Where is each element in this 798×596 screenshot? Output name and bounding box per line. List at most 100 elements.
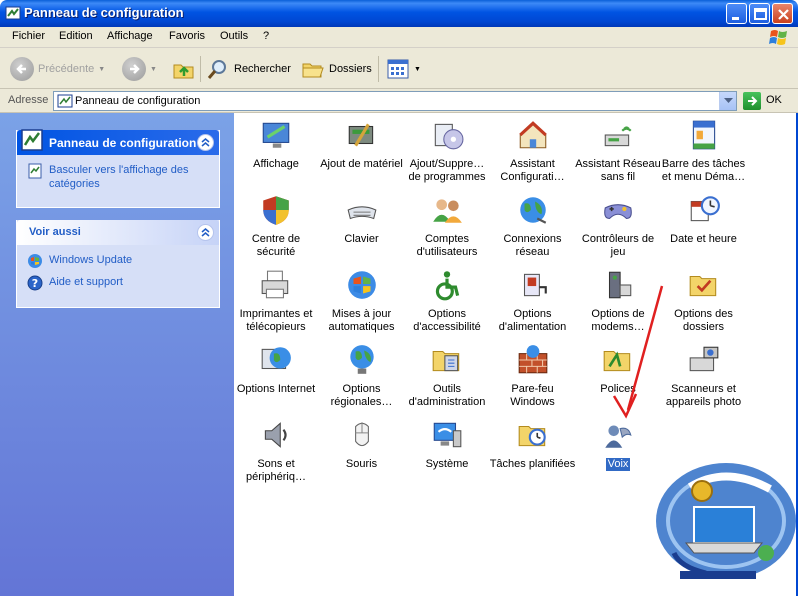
control-panel-icon (21, 129, 43, 151)
help-support-link[interactable]: ? Aide et support (27, 275, 209, 291)
toolbar-separator (200, 56, 201, 82)
control-panel-item[interactable]: Souris (319, 418, 405, 471)
item-label: Assistant Réseau sans fil (575, 158, 661, 183)
collapse-chevron-icon[interactable] (197, 224, 214, 241)
address-input[interactable]: Panneau de configuration (53, 91, 737, 111)
item-label: Options Internet (236, 383, 316, 395)
network-connections-icon (519, 197, 546, 224)
folder-up-icon (173, 64, 194, 79)
control-panel-item[interactable]: Options d'accessibilité (404, 268, 490, 334)
control-panel-item[interactable]: Outils d'administration (404, 343, 490, 409)
control-panel-panel-header[interactable]: Panneau de configuration (17, 129, 219, 155)
item-label: Date et heure (670, 233, 737, 245)
task-pane: Panneau de configuration Basculer vers l… (0, 113, 234, 596)
security-center-icon (263, 196, 289, 225)
control-panel-item[interactable]: Imprimantes et télécopieurs (233, 268, 319, 334)
item-label: Assistant Configurati… (500, 158, 565, 183)
forward-dropdown-icon[interactable]: ▼ (150, 66, 157, 73)
folder-options-icon (689, 275, 716, 297)
item-label: Tâches planifiées (489, 458, 576, 470)
accessibility-icon (435, 271, 460, 301)
control-panel-item[interactable]: Ajout/Suppre… de programmes (404, 118, 490, 184)
windows-update-link[interactable]: Windows Update (27, 253, 209, 269)
control-panel-item[interactable]: Scanneurs et appareils photo (661, 343, 747, 409)
printers-icon (261, 270, 289, 299)
control-panel-item[interactable]: Contrôleurs de jeu (575, 193, 661, 259)
go-arrow-icon[interactable] (743, 92, 761, 110)
up-folder-button[interactable] (172, 56, 196, 82)
control-panel-panel: Panneau de configuration Basculer vers l… (16, 129, 220, 208)
see-also-panel-body: Windows Update ? Aide et support (17, 245, 219, 307)
control-panel-icon (5, 6, 21, 20)
go-button[interactable]: OK (766, 94, 782, 106)
back-button[interactable]: Précédente ▼ (10, 56, 105, 82)
collapse-chevron-icon[interactable] (197, 134, 214, 151)
control-panel-item[interactable]: Assistant Configurati… (490, 118, 576, 184)
control-panel-item[interactable]: Centre de sécurité (233, 193, 319, 259)
control-panel-item[interactable]: Options Internet (233, 343, 319, 396)
see-also-panel: Voir aussi Windows Update ? Aide et supp (16, 220, 220, 308)
back-dropdown-icon[interactable]: ▼ (98, 66, 105, 73)
item-label: Options régionales… (330, 383, 393, 408)
network-setup-icon (518, 121, 547, 149)
menu-affichage[interactable]: Affichage (107, 30, 153, 42)
control-panel-item[interactable]: Comptes d'utilisateurs (404, 193, 490, 259)
item-label: Ajout/Suppre… de programmes (408, 158, 486, 183)
control-panel-item[interactable]: Mises à jour automatiques (319, 268, 405, 334)
control-panel-item[interactable]: Barre des tâches et menu Déma… (661, 118, 747, 184)
menu-edition[interactable]: Edition (59, 30, 93, 42)
wireless-network-icon (604, 126, 632, 147)
control-panel-item[interactable]: Affichage (233, 118, 319, 171)
title-bar[interactable]: Panneau de configuration (0, 0, 798, 27)
keyboard-icon (347, 206, 376, 220)
control-panel-item[interactable]: Sons et périphériq… (233, 418, 319, 484)
menu-outils[interactable]: Outils (220, 30, 248, 42)
user-accounts-icon (433, 199, 462, 223)
item-label: Clavier (344, 233, 379, 245)
maximize-button[interactable] (749, 3, 770, 24)
item-label: Connexions réseau (503, 233, 562, 258)
scheduled-tasks-icon (518, 425, 546, 447)
switch-category-view-link[interactable]: Basculer vers l'affichage des catégories (27, 163, 209, 191)
windows-update-icon (28, 254, 42, 268)
control-panel-item[interactable]: Connexions réseau (490, 193, 576, 259)
item-label: Voix (605, 458, 631, 471)
watermark-logo (656, 463, 796, 579)
search-label: Rechercher (234, 63, 291, 75)
see-also-panel-header[interactable]: Voir aussi (17, 220, 219, 245)
menu-favoris[interactable]: Favoris (169, 30, 205, 42)
item-label: Options d'accessibilité (413, 308, 481, 333)
item-label: Comptes d'utilisateurs (416, 233, 478, 258)
control-panel-item[interactable]: Options régionales… (319, 343, 405, 409)
toolbar-separator (378, 56, 379, 82)
power-options-icon (523, 273, 547, 297)
folders-button[interactable]: Dossiers (301, 56, 372, 82)
item-label: Outils d'administration (408, 383, 486, 408)
forward-button[interactable]: ▼ (122, 56, 157, 82)
address-dropdown-icon[interactable] (719, 92, 736, 110)
toolbar: Précédente ▼ ▼ Rechercher Dossiers ▼ (0, 48, 798, 89)
control-panel-item[interactable]: Date et heure (661, 193, 747, 246)
red-arrow-annotation (612, 285, 664, 419)
views-icon (387, 59, 409, 79)
item-label: Mises à jour automatiques (328, 308, 395, 333)
minimize-button[interactable] (726, 3, 747, 24)
regional-options-icon (349, 345, 374, 374)
help-support-label: Aide et support (49, 276, 123, 288)
svg-text:?: ? (32, 277, 38, 290)
control-panel-item[interactable]: Système (404, 418, 490, 471)
control-panel-item[interactable]: Options des dossiers (661, 268, 747, 334)
views-dropdown-icon[interactable]: ▼ (414, 66, 421, 73)
switch-category-view-label: Basculer vers l'affichage des catégories (49, 164, 189, 190)
control-panel-item[interactable]: Clavier (319, 193, 405, 246)
address-value: Panneau de configuration (75, 95, 201, 107)
item-label: Imprimantes et télécopieurs (239, 308, 313, 333)
views-button[interactable]: ▼ (386, 56, 421, 82)
menu-fichier[interactable]: Fichier (12, 30, 45, 42)
close-button[interactable] (772, 3, 793, 24)
search-button[interactable]: Rechercher (206, 56, 291, 82)
control-panel-item[interactable]: Ajout de matériel (319, 118, 405, 171)
menu-help[interactable]: ? (263, 30, 269, 42)
item-label: Barre des tâches et menu Déma… (661, 158, 746, 183)
control-panel-item[interactable]: Assistant Réseau sans fil (575, 118, 661, 184)
